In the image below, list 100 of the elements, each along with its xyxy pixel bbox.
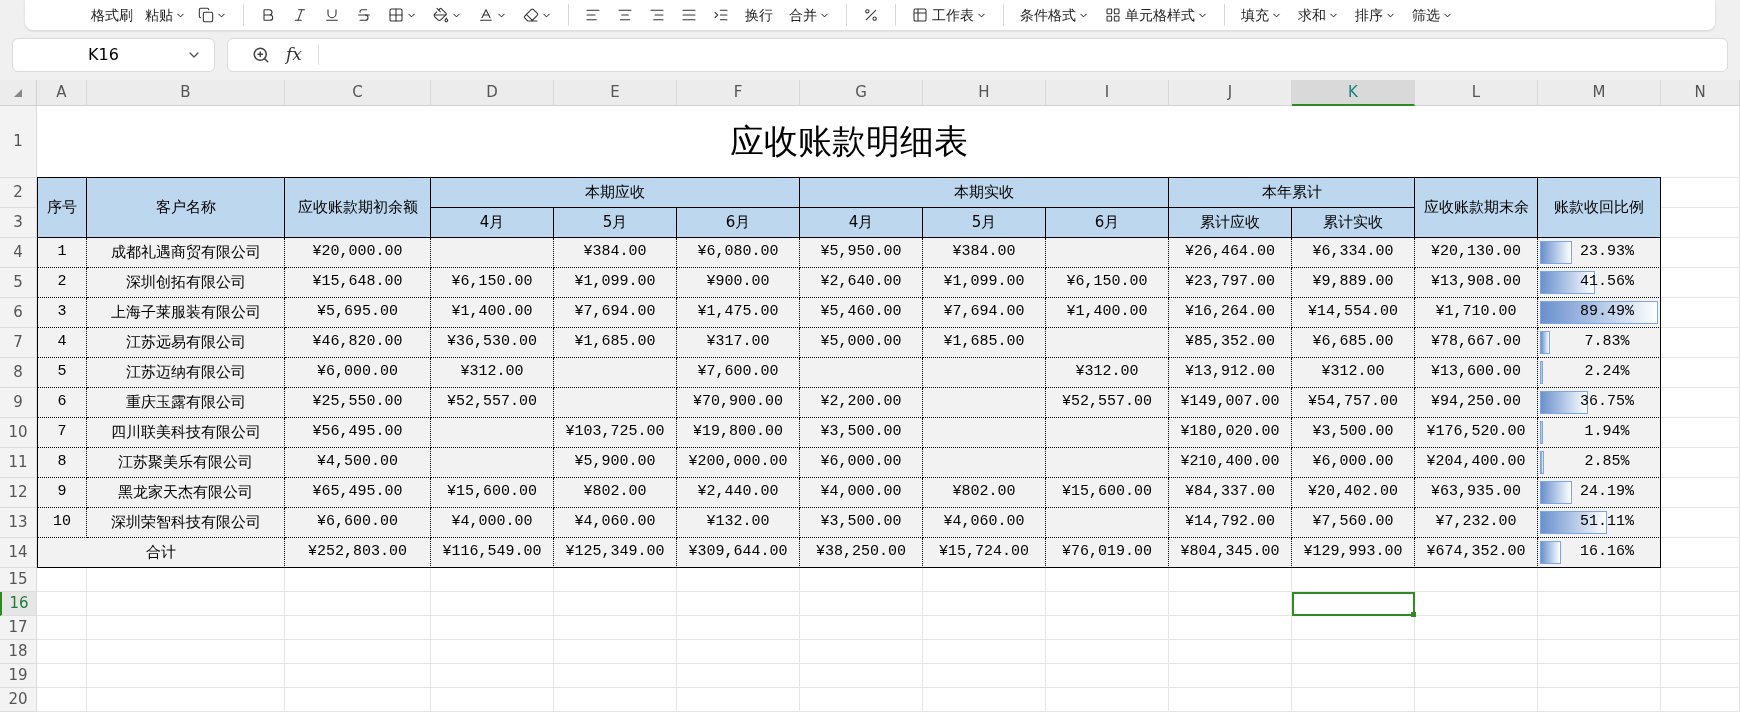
toolbar-label[interactable]: 合并: [789, 4, 817, 26]
column-header[interactable]: F: [677, 80, 800, 106]
table-cell: ¥7,560.00: [1292, 508, 1415, 538]
align-center-icon[interactable]: [617, 7, 633, 23]
row-header[interactable]: 1: [0, 106, 37, 178]
column-header[interactable]: I: [1046, 80, 1169, 106]
column-header[interactable]: G: [800, 80, 923, 106]
table-cell: ¥103,725.00: [554, 418, 677, 448]
column-header[interactable]: H: [923, 80, 1046, 106]
fill-handle[interactable]: [1411, 612, 1416, 617]
cell-style-icon[interactable]: [1105, 7, 1121, 23]
eraser-icon[interactable]: [523, 7, 539, 23]
header-cell: 账款收回比例: [1538, 178, 1661, 238]
row-header[interactable]: 13: [0, 508, 37, 538]
function-button[interactable]: fx: [286, 42, 302, 68]
table-cell: ¥1,099.00: [923, 268, 1046, 298]
row-header[interactable]: 7: [0, 328, 37, 358]
row-header[interactable]: 20: [0, 688, 37, 712]
table-cell: ¥5,460.00: [800, 298, 923, 328]
column-header[interactable]: M: [1538, 80, 1661, 106]
table-cell: 江苏聚美乐有限公司: [87, 448, 285, 478]
align-left-icon[interactable]: [585, 7, 601, 23]
ratio-text: 23.93%: [1580, 242, 1634, 263]
fill-color-icon[interactable]: [433, 7, 449, 23]
header-cell: 累计应收: [1169, 208, 1292, 238]
toolbar-label[interactable]: 筛选: [1412, 4, 1440, 26]
header-cell: 6月: [677, 208, 800, 238]
justify-icon[interactable]: [681, 7, 697, 23]
zoom-icon[interactable]: [252, 46, 270, 64]
table-cell: ¥4,060.00: [923, 508, 1046, 538]
percent-icon[interactable]: [863, 7, 879, 23]
column-header[interactable]: L: [1415, 80, 1538, 106]
bold-icon[interactable]: [260, 7, 276, 23]
column-header[interactable]: E: [554, 80, 677, 106]
toolbar-label[interactable]: 求和: [1298, 4, 1326, 26]
row-header[interactable]: 4: [0, 238, 37, 268]
border-icon[interactable]: [388, 7, 404, 23]
ratio-text: 2.85%: [1584, 452, 1630, 473]
header-group-cell: 本期应收: [431, 178, 800, 208]
table-cell: 重庆玉露有限公司: [87, 388, 285, 418]
toolbar-label[interactable]: 格式刷: [91, 4, 133, 26]
table-cell: ¥4,000.00: [800, 478, 923, 508]
row-header[interactable]: 8: [0, 358, 37, 388]
column-header[interactable]: B: [87, 80, 285, 106]
ratio-text: 7.83%: [1584, 332, 1630, 353]
active-cell[interactable]: [1292, 592, 1415, 616]
column-header[interactable]: D: [431, 80, 554, 106]
font-color-icon[interactable]: [478, 7, 494, 23]
table-cell: ¥3,500.00: [800, 418, 923, 448]
table-cell: ¥1,685.00: [923, 328, 1046, 358]
toolbar-label[interactable]: 排序: [1355, 4, 1383, 26]
row-header[interactable]: 18: [0, 640, 37, 664]
header-cell: 5月: [554, 208, 677, 238]
indent-icon[interactable]: [713, 7, 729, 23]
sheet-icon[interactable]: [912, 7, 928, 23]
table-cell: ¥15,648.00: [285, 268, 431, 298]
row-header[interactable]: 6: [0, 298, 37, 328]
header-cell: 4月: [431, 208, 554, 238]
column-header[interactable]: J: [1169, 80, 1292, 106]
table-cell: ¥309,644.00: [677, 538, 800, 568]
name-box[interactable]: K16: [12, 38, 215, 72]
row-header[interactable]: 3: [0, 208, 37, 238]
table-cell: ¥20,000.00: [285, 238, 431, 268]
table-cell: ¥312.00: [1292, 358, 1415, 388]
toolbar-label[interactable]: 换行: [745, 4, 773, 26]
row-header[interactable]: 16: [0, 592, 37, 616]
row-header[interactable]: 14: [0, 538, 37, 568]
table-cell: ¥176,520.00: [1415, 418, 1538, 448]
row-header[interactable]: 10: [0, 418, 37, 448]
italic-icon[interactable]: [292, 7, 308, 23]
table-cell: ¥4,500.00: [285, 448, 431, 478]
underline-icon[interactable]: [324, 7, 340, 23]
table-cell: ¥2,200.00: [800, 388, 923, 418]
row-header[interactable]: 5: [0, 268, 37, 298]
table-cell: ¥23,797.00: [1169, 268, 1292, 298]
table-cell: ¥6,150.00: [431, 268, 554, 298]
toolbar-label[interactable]: 单元格样式: [1125, 4, 1195, 26]
select-all-corner[interactable]: [0, 80, 37, 106]
table-cell: ¥804,345.00: [1169, 538, 1292, 568]
column-header[interactable]: N: [1661, 80, 1740, 106]
row-header[interactable]: 12: [0, 478, 37, 508]
row-header[interactable]: 19: [0, 664, 37, 688]
table-cell: ¥52,557.00: [431, 388, 554, 418]
row-header[interactable]: 17: [0, 616, 37, 640]
column-header[interactable]: C: [285, 80, 431, 106]
table-cell: ¥384.00: [554, 238, 677, 268]
paste-icon[interactable]: [198, 7, 214, 23]
row-header[interactable]: 2: [0, 178, 37, 208]
toolbar-label[interactable]: 粘贴: [145, 4, 173, 26]
row-header[interactable]: 9: [0, 388, 37, 418]
align-right-icon[interactable]: [649, 7, 665, 23]
toolbar-label[interactable]: 工作表: [932, 4, 974, 26]
row-header[interactable]: 11: [0, 448, 37, 478]
column-header[interactable]: A: [37, 80, 87, 106]
table-cell: ¥6,600.00: [285, 508, 431, 538]
row-header[interactable]: 15: [0, 568, 37, 592]
toolbar-label[interactable]: 条件格式: [1020, 4, 1076, 26]
strikethrough-icon[interactable]: [356, 7, 372, 23]
table-cell: 1: [37, 238, 87, 268]
toolbar-label[interactable]: 填充: [1241, 4, 1269, 26]
